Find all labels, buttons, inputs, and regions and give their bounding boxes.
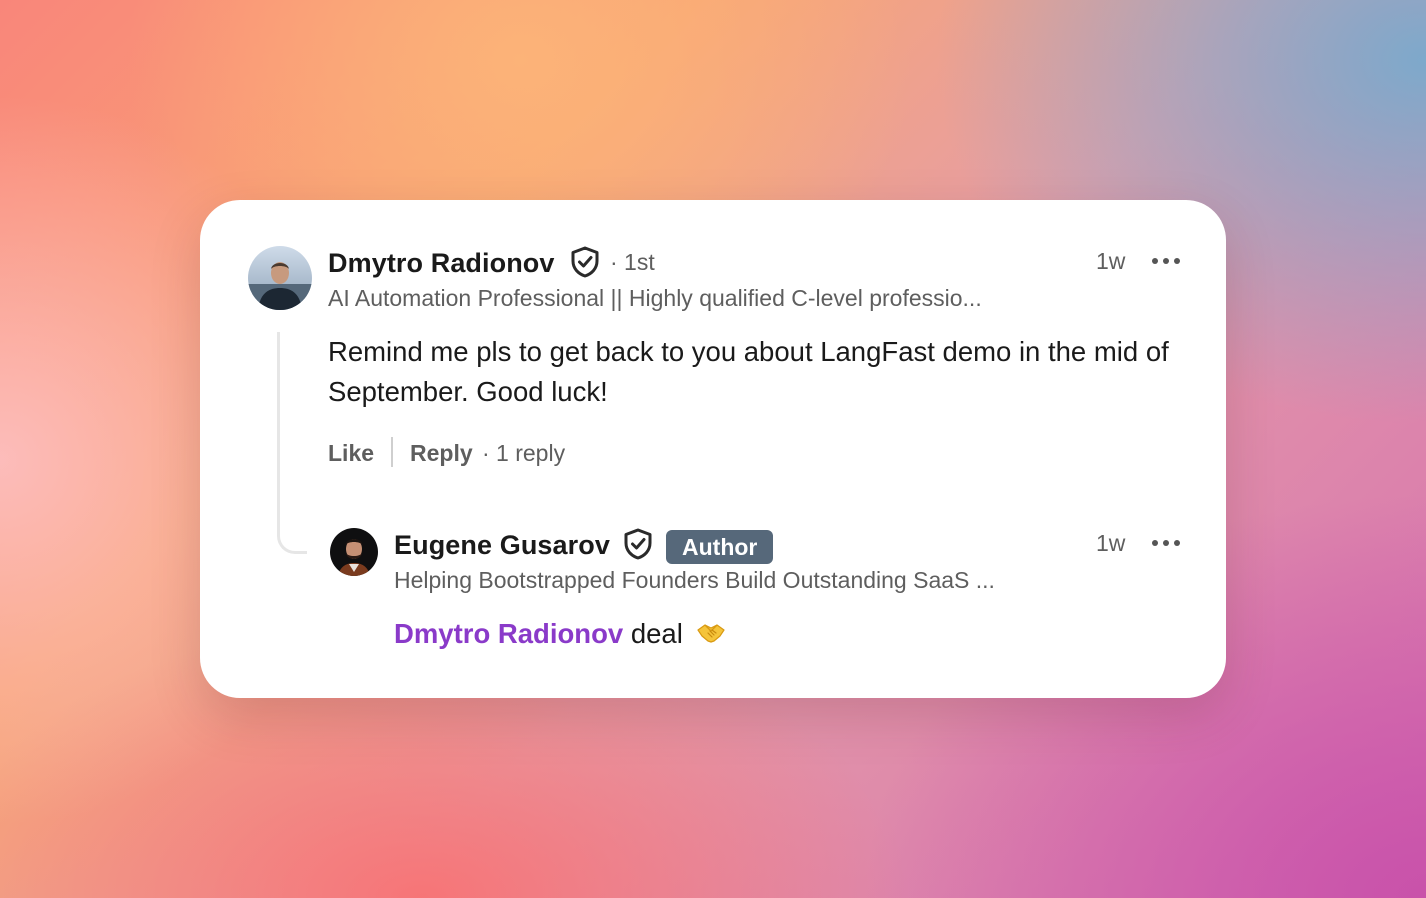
reply-button[interactable]: Reply (410, 440, 473, 467)
shield-check-icon (571, 246, 599, 278)
more-horizontal-icon[interactable] (1152, 538, 1182, 548)
reply-body: Dmytro Radionov deal (394, 618, 726, 650)
more-horizontal-icon[interactable] (1152, 256, 1182, 266)
handshake-emoji (697, 624, 726, 643)
comment-author-name[interactable]: Dmytro Radionov (328, 248, 555, 279)
mention-link[interactable]: Dmytro Radionov (394, 618, 623, 649)
reply-author-headline: Helping Bootstrapped Founders Build Outs… (394, 567, 995, 593)
shield-check-icon (624, 528, 652, 560)
avatar-eugene[interactable] (330, 528, 378, 576)
reply-body-text: deal (630, 618, 683, 649)
reply-author-name[interactable]: Eugene Gusarov (394, 530, 610, 561)
like-button[interactable]: Like (328, 440, 374, 467)
thread-line (277, 332, 307, 554)
comment-author-headline: AI Automation Professional || Highly qua… (328, 285, 982, 311)
action-divider (391, 437, 393, 467)
comment-body: Remind me pls to get back to you about L… (328, 336, 1169, 407)
author-badge: Author (666, 530, 774, 564)
avatar-dmytro[interactable] (248, 246, 312, 310)
reply-count[interactable]: · 1 reply (482, 440, 565, 467)
comment-timestamp: 1w (1096, 248, 1126, 274)
reply-timestamp: 1w (1096, 530, 1126, 556)
connection-degree: · 1st (610, 249, 655, 275)
